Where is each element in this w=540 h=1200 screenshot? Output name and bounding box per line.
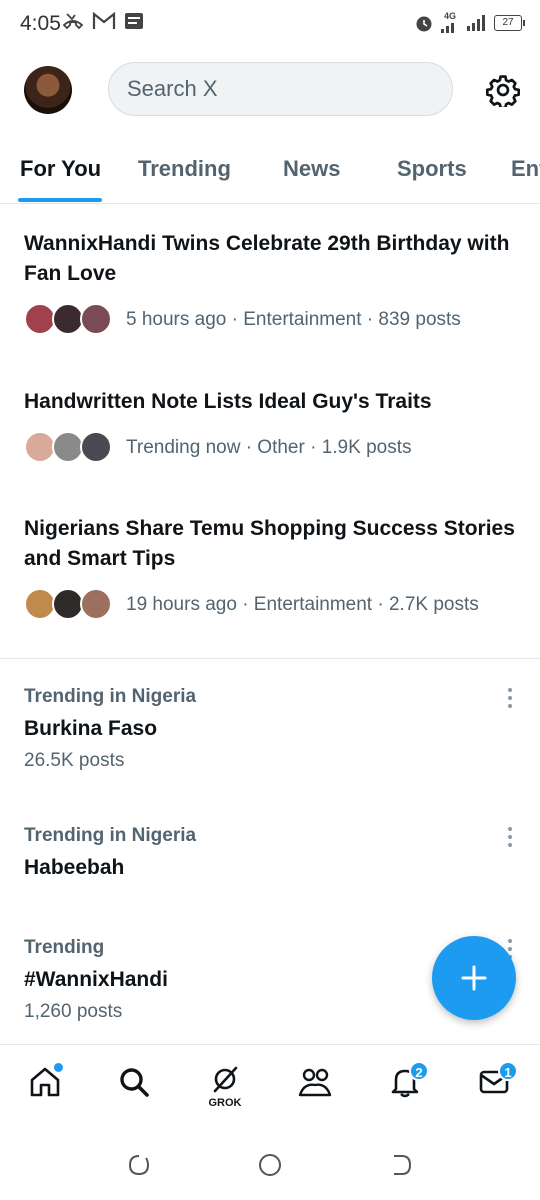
trend-item[interactable]: Trending in Nigeria Habeebah [24, 825, 520, 880]
search-placeholder: Search X [127, 76, 218, 101]
battery-indicator: 27 [494, 14, 525, 31]
nav-communities[interactable] [295, 1065, 335, 1109]
tab-sports[interactable]: Sports [397, 156, 467, 182]
nav-messages[interactable]: 1 [474, 1061, 518, 1109]
more-options-icon[interactable] [496, 825, 520, 849]
top-header: Search X [0, 62, 540, 118]
story-meta: 19 hours ago · Entertainment · 2.7K post… [126, 594, 479, 615]
signal-icon [441, 23, 454, 33]
nav-home[interactable] [25, 1063, 65, 1109]
section-divider [0, 658, 540, 659]
trend-context: Trending in Nigeria [24, 686, 197, 707]
grok-icon [213, 1066, 238, 1093]
gmail-icon [92, 12, 116, 29]
trend-context: Trending in Nigeria [24, 825, 197, 846]
trend-post-count: 26.5K posts [24, 750, 125, 771]
story-title: WannixHandi Twins Celebrate 29th Birthda… [24, 232, 510, 285]
system-navigation-bar [0, 1130, 540, 1200]
alarm-icon [416, 16, 432, 31]
story-title: Handwritten Note Lists Ideal Guy's Trait… [24, 390, 432, 413]
avatar [80, 588, 112, 620]
compose-post-button[interactable] [432, 936, 516, 1020]
search-icon [120, 1068, 149, 1097]
story-avatars [24, 303, 116, 337]
tab-for-you[interactable]: For You [20, 156, 101, 182]
story-avatars [24, 431, 116, 465]
tab-news[interactable]: News [283, 156, 340, 182]
tab-trending[interactable]: Trending [138, 156, 231, 182]
home-unread-dot [54, 1063, 63, 1072]
story-meta: 5 hours ago · Entertainment · 839 posts [126, 309, 461, 330]
messages-badge: 1 [498, 1061, 518, 1081]
story-title: Nigerians Share Temu Shopping Success St… [24, 517, 515, 570]
story-avatars [24, 588, 116, 622]
search-input[interactable]: Search X [108, 62, 453, 116]
recent-apps-icon[interactable] [126, 1152, 152, 1178]
trend-item[interactable]: Trending in Nigeria Burkina Faso 26.5K p… [24, 686, 520, 772]
missed-call-icon [62, 13, 84, 30]
trend-name: Habeebah [24, 856, 125, 879]
plus-icon [461, 965, 487, 991]
nav-search[interactable] [114, 1065, 154, 1109]
communities-icon [298, 1068, 332, 1097]
nav-grok[interactable]: GROK [205, 1065, 245, 1109]
story-meta: Trending now · Other · 1.9K posts [126, 437, 412, 458]
network-type-label: 4G [443, 11, 456, 21]
status-bar: 4:05 4G 27 [0, 0, 540, 48]
home-button-icon[interactable] [257, 1152, 283, 1178]
signal-icon-2 [467, 14, 485, 31]
back-icon[interactable] [388, 1152, 414, 1178]
news-story[interactable]: Nigerians Share Temu Shopping Success St… [24, 514, 520, 622]
active-tab-indicator [18, 198, 102, 202]
profile-avatar[interactable] [24, 66, 72, 114]
tab-entertainment[interactable]: Ent [511, 156, 540, 182]
avatar [80, 431, 112, 463]
avatar [80, 303, 112, 335]
grok-label: GROK [208, 1097, 242, 1109]
more-options-icon[interactable] [496, 686, 520, 710]
nav-notifications[interactable]: 2 [385, 1061, 429, 1109]
bottom-navigation: GROK 2 1 [0, 1044, 540, 1130]
explore-tabs: For You Trending News Sports Ent [0, 150, 540, 204]
message-icon [125, 13, 143, 29]
settings-gear-icon[interactable] [486, 73, 520, 107]
notifications-badge: 2 [409, 1061, 429, 1081]
news-story[interactable]: Handwritten Note Lists Ideal Guy's Trait… [24, 387, 520, 465]
status-time: 4:05 [20, 12, 61, 35]
news-story[interactable]: WannixHandi Twins Celebrate 29th Birthda… [24, 229, 520, 337]
trend-name: Burkina Faso [24, 717, 158, 740]
